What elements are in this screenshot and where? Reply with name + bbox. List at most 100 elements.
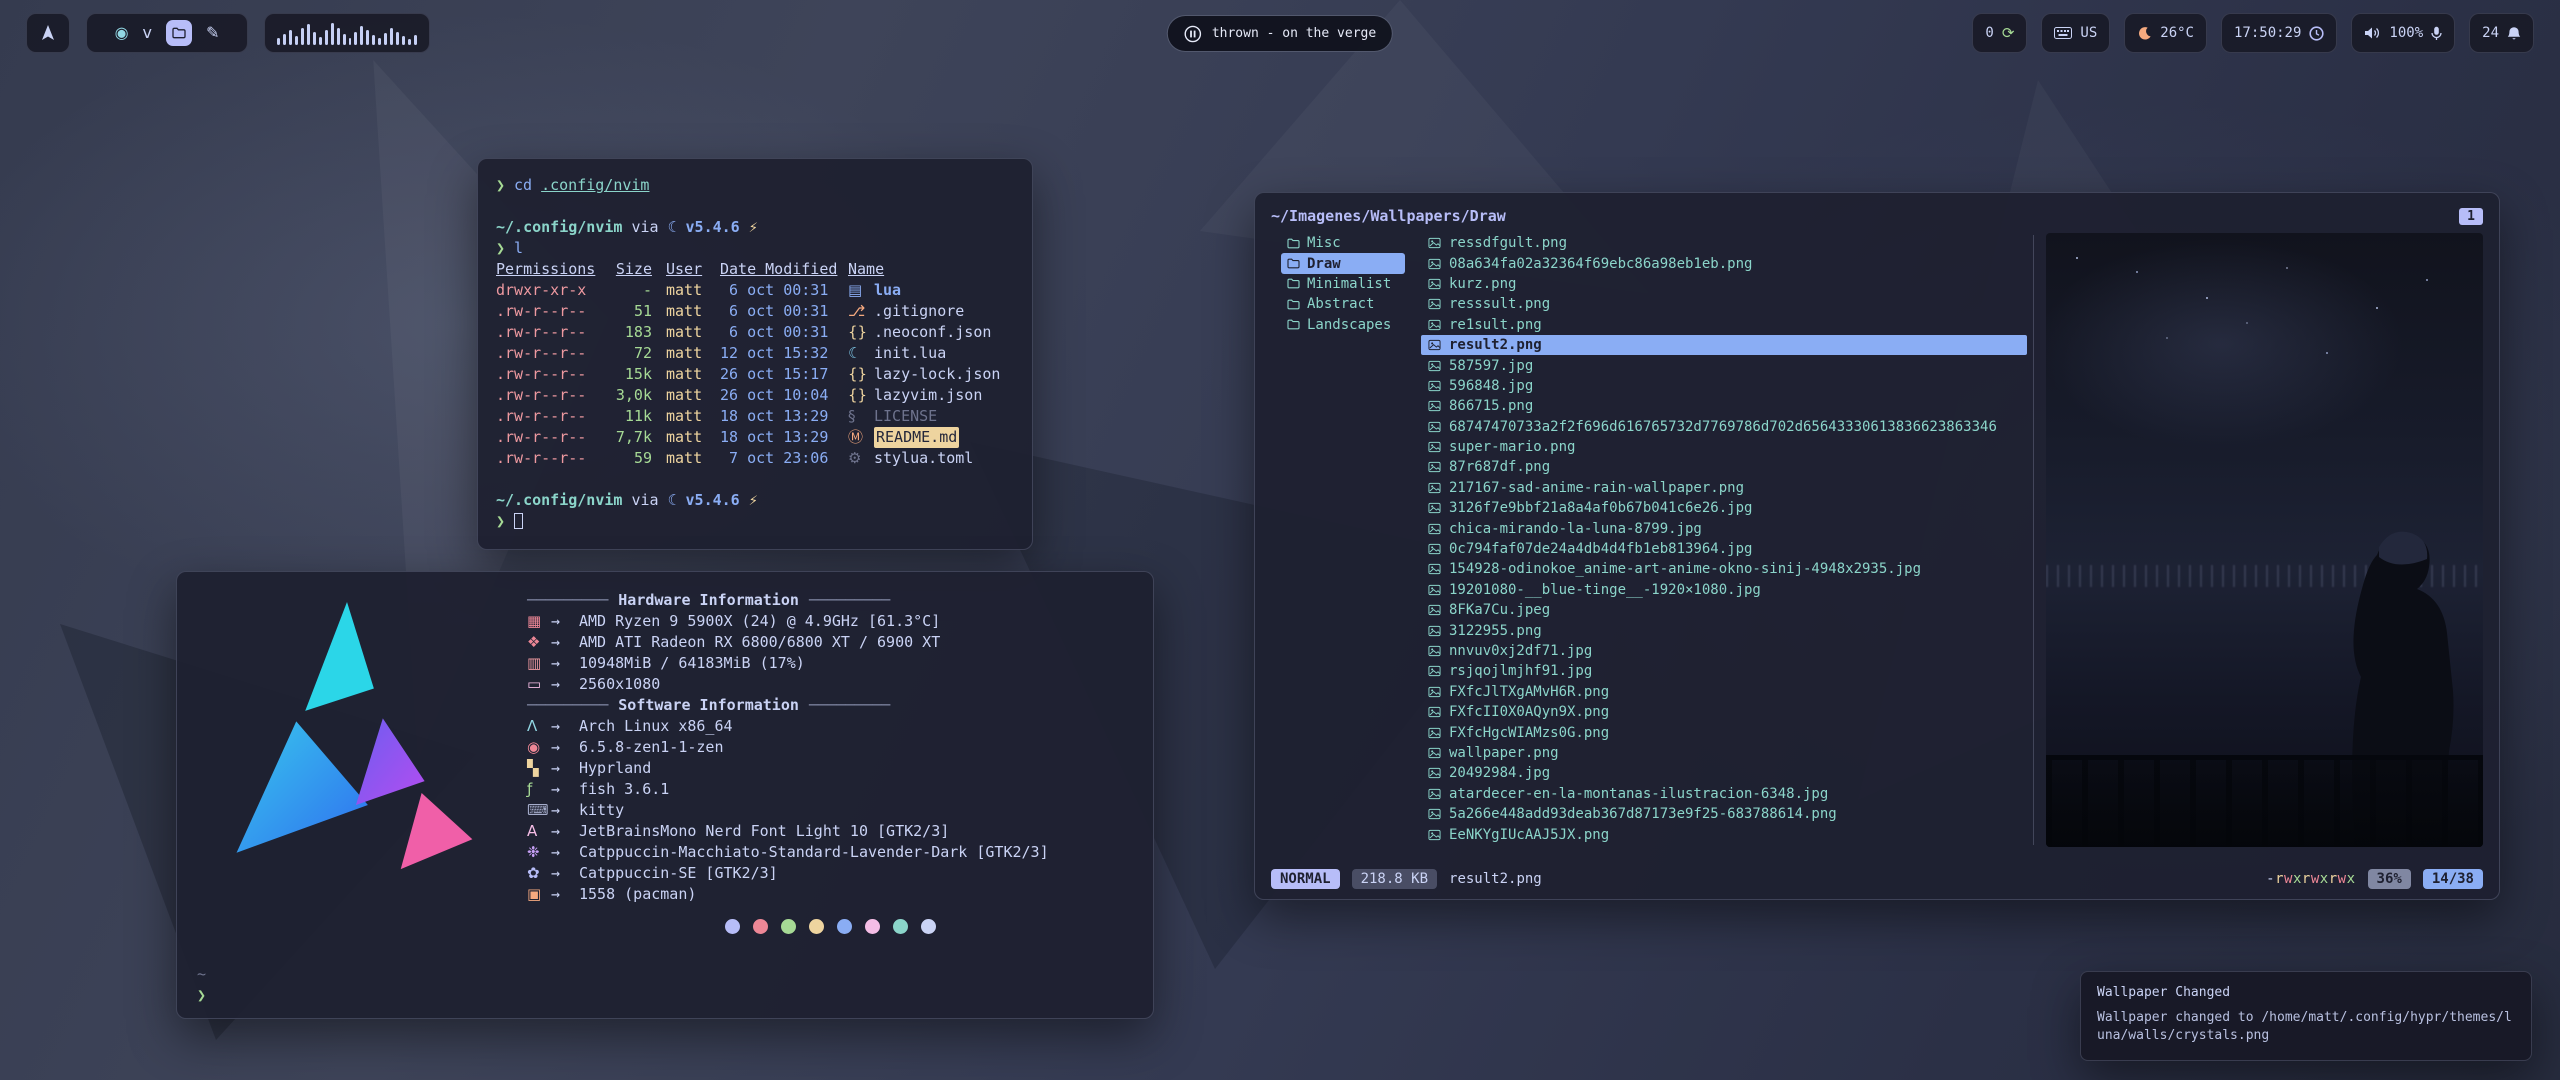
clock-widget[interactable]: 17:50:29 (2221, 13, 2337, 53)
image-file-icon (1428, 380, 1441, 392)
visualizer-bar (372, 35, 375, 45)
desktop: { "topbar": { "workspaces": { "ws1": "◉"… (0, 0, 2560, 1080)
updates-widget[interactable]: 0 ⟳ (1972, 13, 2027, 53)
file-row[interactable]: 587597.jpg (1421, 355, 2027, 375)
keyboard-layout-label: US (2080, 25, 2097, 41)
file-row[interactable]: 866715.png (1421, 396, 2027, 416)
directory-item[interactable]: Misc (1281, 233, 1405, 253)
file-row[interactable]: rsjqojlmjhf91.jpg (1421, 661, 2027, 681)
directory-item[interactable]: Draw (1281, 253, 1405, 273)
terminal-cursor (514, 513, 523, 529)
file-row[interactable]: 596848.jpg (1421, 376, 2027, 396)
image-file-icon (1428, 258, 1441, 270)
file-row[interactable]: kurz.png (1421, 274, 2027, 294)
file-manager-header: ~/Imagenes/Wallpapers/Draw 1 (1271, 203, 2483, 229)
workspaces-widget: ◉ v ✎ (86, 13, 248, 53)
audio-visualizer-widget[interactable] (264, 13, 430, 53)
hardware-section-title: ───────── Hardware Information ───────── (527, 590, 1133, 611)
info-value: Hyprland (579, 758, 651, 779)
arrow-icon: → (551, 884, 579, 905)
image-file-icon (1428, 461, 1441, 473)
file-row[interactable]: 19201080-__blue-tinge__-1920×1080.jpg (1421, 580, 2027, 600)
file-name: stylua.toml (874, 448, 973, 469)
workspace-1[interactable]: ◉ (115, 25, 129, 41)
microphone-icon (2431, 26, 2442, 41)
file-row[interactable]: result2.png (1421, 335, 2027, 355)
file-row[interactable]: 20492984.jpg (1421, 763, 2027, 783)
file-row[interactable]: 3126f7e9bbf21a8a4af0b67b041c6e26.jpg (1421, 498, 2027, 518)
file-row[interactable]: wallpaper.png (1421, 743, 2027, 763)
file-row[interactable]: FXfcHgcWIAMzs0G.png (1421, 722, 2027, 742)
tab-indicator[interactable]: 1 (2459, 208, 2483, 225)
notifications-widget[interactable]: 24 (2469, 13, 2534, 53)
image-file-icon (1428, 665, 1441, 677)
file-row[interactable]: 154928-odinokoe_anime-art-anime-okno-sin… (1421, 559, 2027, 579)
file-type-icon: ⎇ (848, 301, 874, 322)
file-name: re1sult.png (1449, 317, 1542, 333)
directory-item[interactable]: Landscapes (1281, 315, 1405, 335)
file-row[interactable]: nnvuv0xj2df71.jpg (1421, 641, 2027, 661)
speaker-icon (2364, 26, 2381, 40)
file-name: 154928-odinokoe_anime-art-anime-okno-sin… (1449, 561, 1921, 577)
workspace-3-active[interactable] (166, 20, 192, 46)
file-manager-window[interactable]: ~/Imagenes/Wallpapers/Draw 1 Misc Draw (1254, 192, 2500, 900)
color-dot (725, 919, 740, 934)
file-row[interactable]: resssult.png (1421, 294, 2027, 314)
file-row[interactable]: ressdfgult.png (1421, 233, 2027, 253)
color-dot (781, 919, 796, 934)
updates-icon: ⟳ (2002, 26, 2015, 41)
fetch-window[interactable]: ───────── Hardware Information ─────────… (176, 571, 1154, 1019)
file-row[interactable]: 08a634fa02a32364f69ebc86a98eb1eb.png (1421, 253, 2027, 273)
workspace-2[interactable]: v (143, 25, 152, 41)
info-value: Catppuccin-SE [GTK2/3] (579, 863, 778, 884)
image-file-icon (1428, 298, 1441, 310)
file-row[interactable]: 3122955.png (1421, 620, 2027, 640)
keyboard-layout-widget[interactable]: US (2041, 13, 2110, 53)
workspace-4[interactable]: ✎ (206, 25, 219, 41)
file-row[interactable]: chica-mirando-la-luna-8799.jpg (1421, 518, 2027, 538)
image-file-icon (1428, 319, 1441, 331)
file-name: 3122955.png (1449, 623, 1542, 639)
software-info-list: Λ → Arch Linux x86_64 ◉ → 6.5.8-zen1-1-z… (527, 716, 1133, 905)
status-filename: result2.png (1449, 871, 1542, 887)
terminal-window[interactable]: ❯ cd .config/nvim ~/.config/nvim via ☾ v… (477, 158, 1033, 550)
file-row[interactable]: super-mario.png (1421, 437, 2027, 457)
directory-item[interactable]: Minimalist (1281, 274, 1405, 294)
info-icon: ▭ (527, 674, 551, 695)
file-row[interactable]: FXfcII0X0AQyn9X.png (1421, 702, 2027, 722)
image-file-icon (1428, 625, 1441, 637)
file-row[interactable]: atardecer-en-la-montanas-ilustracion-634… (1421, 784, 2027, 804)
file-row[interactable]: 217167-sad-anime-rain-wallpaper.png (1421, 478, 2027, 498)
launcher-button[interactable] (26, 13, 70, 53)
info-value: 6.5.8-zen1-1-zen (579, 737, 724, 758)
zap-icon: ⚡ (749, 217, 758, 238)
music-player-widget[interactable]: thrown - on the verge (1167, 15, 1393, 52)
volume-widget[interactable]: 100% (2351, 13, 2455, 53)
file-row[interactable]: 8FKa7Cu.jpeg (1421, 600, 2027, 620)
arrow-icon: → (551, 716, 579, 737)
weather-widget[interactable]: 26°C (2124, 13, 2207, 53)
file-row[interactable]: FXfcJlTXgAMvH6R.png (1421, 682, 2027, 702)
color-dot (921, 919, 936, 934)
info-value: kitty (579, 800, 624, 821)
file-row[interactable]: 87r687df.png (1421, 457, 2027, 477)
file-row[interactable]: 5a266e448add93deab367d87173e9f25-6837886… (1421, 804, 2027, 824)
info-icon: ✿ (527, 863, 551, 884)
breadcrumb-path: ~/Imagenes/Wallpapers/Draw (1271, 207, 1506, 225)
visualizer-bar (325, 30, 328, 45)
file-name: lazyvim.json (874, 385, 982, 406)
file-name: .gitignore (874, 301, 964, 322)
directory-item[interactable]: Abstract (1281, 294, 1405, 314)
terminal-input-line[interactable]: ❯ (496, 511, 1014, 532)
info-line: ❉ → Catppuccin-Macchiato-Standard-Lavend… (527, 842, 1133, 863)
file-row[interactable]: EeNKYgIUcAAJ5JX.png (1421, 824, 2027, 844)
info-icon: ▚ (527, 758, 551, 779)
file-row[interactable]: 0c794faf07de24a4db4d4fb1eb813964.jpg (1421, 539, 2027, 559)
file-row[interactable]: re1sult.png (1421, 315, 2027, 335)
file-row[interactable]: 68747470733a2f2f696d616765732d7769786d70… (1421, 417, 2027, 437)
image-file-icon (1428, 237, 1441, 249)
ls-row: .rw-r--r-- 51 matt 6 oct 00:31 ⎇ .gitign… (496, 301, 1014, 322)
file-name: FXfcJlTXgAMvH6R.png (1449, 684, 1609, 700)
directory-name: Draw (1307, 256, 1341, 272)
notification-toast[interactable]: Wallpaper Changed Wallpaper changed to /… (2080, 971, 2532, 1061)
